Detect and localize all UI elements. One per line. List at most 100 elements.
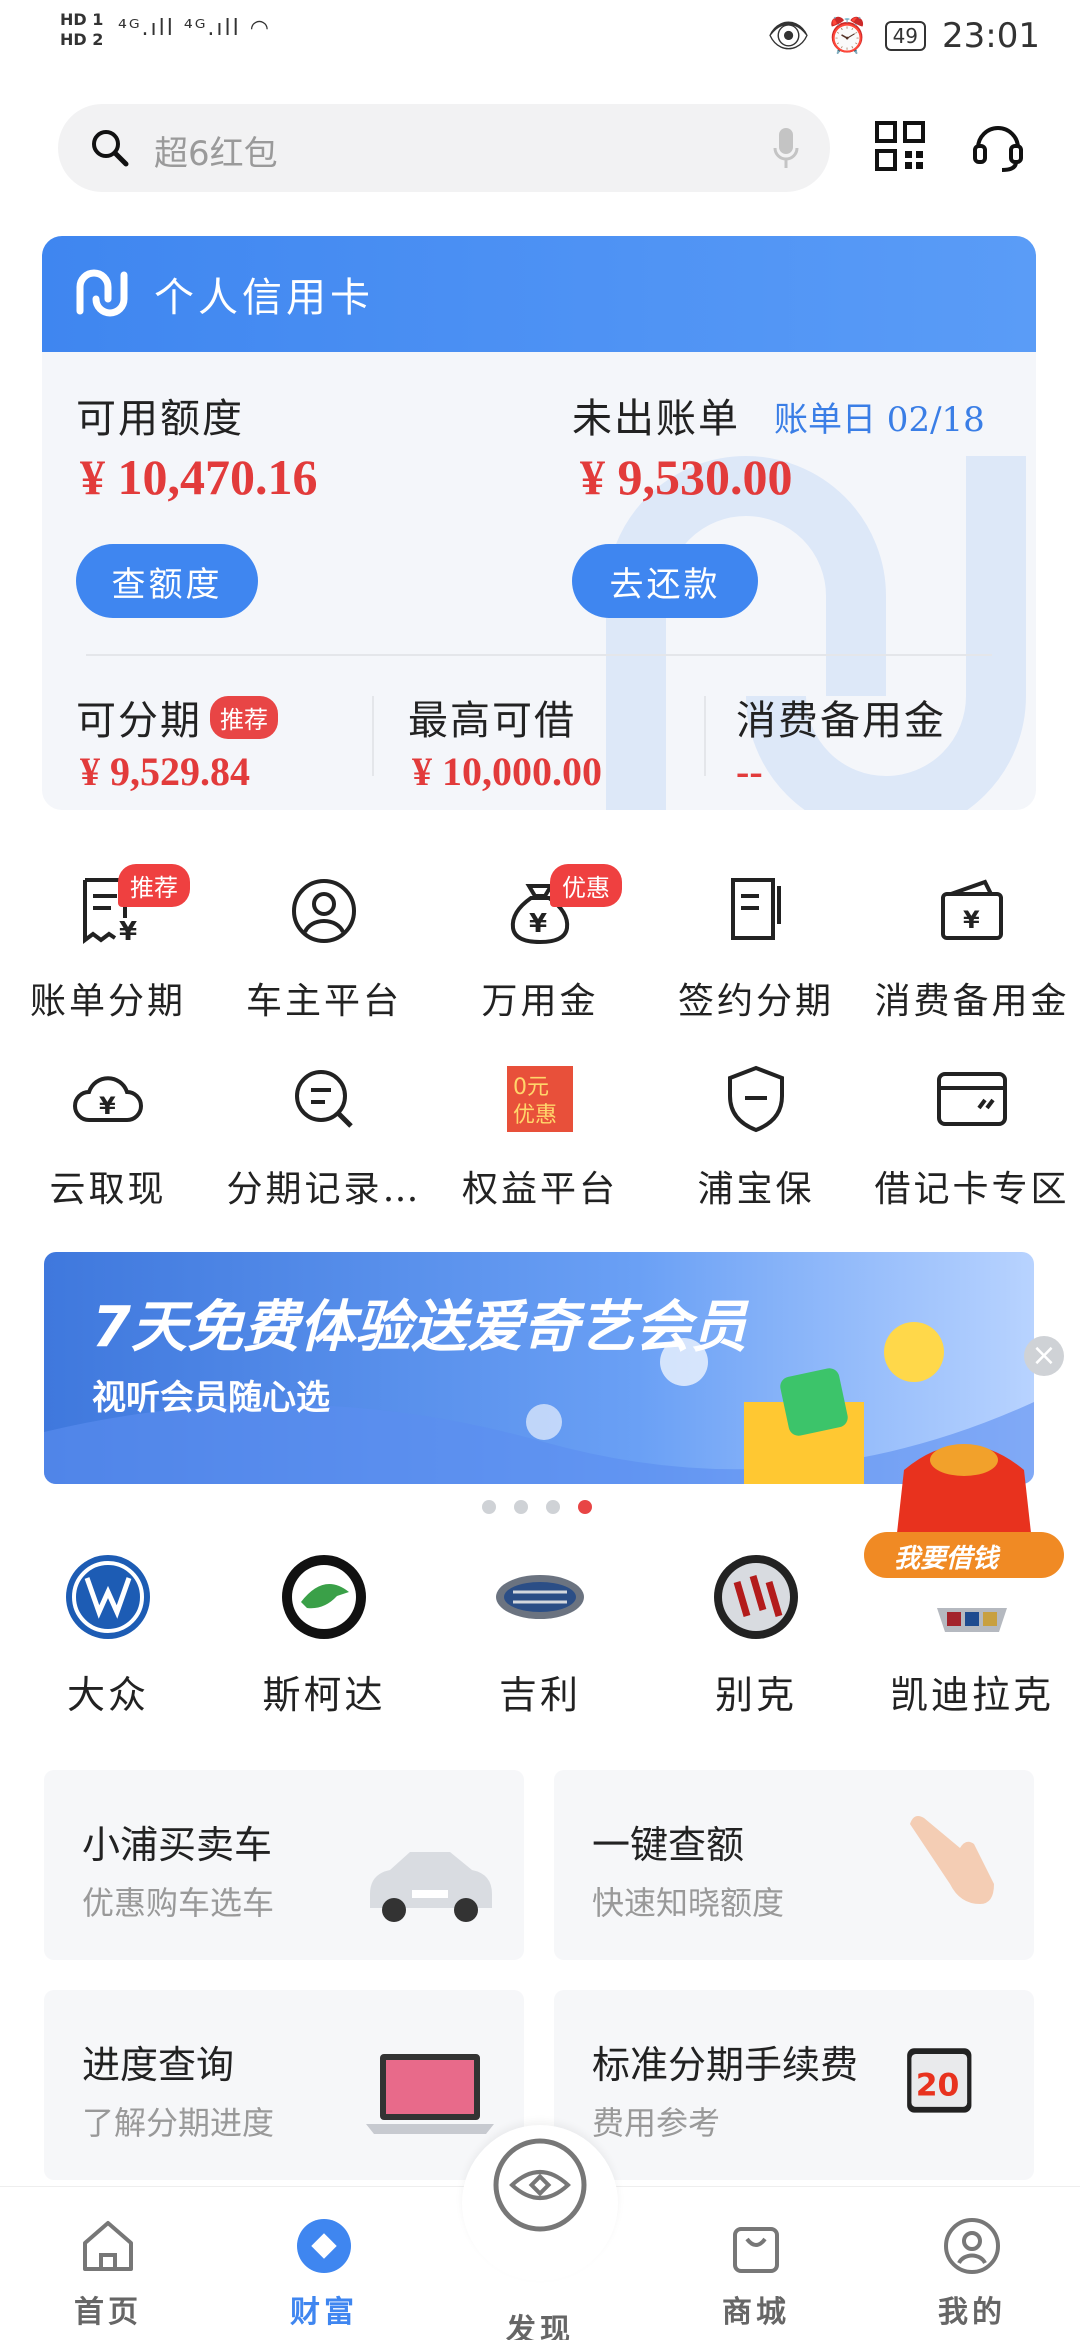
banner-subtitle: 视听会员随心选 (92, 1378, 330, 1418)
status-bar: HD 1 HD 2 ⁴ᴳ.ıll ⁴ᴳ.ıll ◠ 👁 ⏰ 49 23:01 (0, 0, 1080, 80)
card-title: 个人信用卡 (154, 275, 374, 321)
grid-bill-installment[interactable]: ¥ 推荐 账单分期 (0, 864, 216, 1024)
grid-label: 浦宝保 (697, 1169, 815, 1210)
buick-logo-icon (714, 1555, 798, 1639)
feature-subtitle: 费用参考 (592, 2104, 721, 2142)
bill-date: 账单日 02/18 (774, 400, 985, 440)
installment-label[interactable]: 可分期 (76, 688, 202, 746)
brand-label: 凯迪拉克 (889, 1673, 1054, 1717)
nav-discover[interactable]: 发现 (432, 2138, 648, 2340)
volkswagen-logo-icon (66, 1555, 150, 1639)
brand-geely[interactable]: 吉利 (432, 1552, 648, 1719)
max-borrow-label[interactable]: 最高可借 (408, 688, 576, 746)
sim-indicators: HD 1 HD 2 (60, 10, 103, 50)
reserve-label[interactable]: 消费备用金 (736, 688, 946, 746)
feature-car-trade[interactable]: 小浦买卖车 优惠购车选车 (44, 1770, 524, 1960)
home-icon (83, 2221, 133, 2271)
recommend-badge: 推荐 (118, 864, 190, 907)
clock-time: 23:01 (942, 16, 1040, 56)
grid-label: 分期记录… (226, 1169, 422, 1210)
grid-debit-card[interactable]: 借记卡专区 (864, 1060, 1080, 1212)
profile-icon (944, 2218, 1000, 2274)
customer-service-icon[interactable] (972, 118, 1024, 174)
status-right: 👁 ⏰ 49 23:01 (767, 16, 1040, 56)
discount-badge: 优惠 (550, 864, 622, 907)
grid-benefits-platform[interactable]: 0元 优惠 权益平台 (432, 1060, 648, 1212)
user-circle-icon (292, 879, 356, 943)
records-search-icon (295, 1070, 353, 1128)
nav-home[interactable]: 首页 (0, 2187, 216, 2340)
nav-label: 首页 (74, 2295, 142, 2330)
brand-label: 吉利 (498, 1673, 581, 1717)
nav-label: 财富 (290, 2295, 358, 2330)
cadillac-logo-icon (937, 1608, 1007, 1632)
search-bar[interactable]: 超6红包 (58, 104, 830, 192)
brand-label: 斯柯达 (262, 1673, 386, 1717)
credit-card-panel[interactable]: 个人信用卡 可用额度 ¥ 10,470.16 查额度 未出账单 账单日 02/1… (42, 236, 1036, 810)
grid-sign-installment[interactable]: 签约分期 (648, 872, 864, 1024)
reserve-amount[interactable]: -- (736, 748, 763, 795)
feature-subtitle: 优惠购车选车 (82, 1884, 275, 1922)
svg-text:¥: ¥ (529, 909, 547, 939)
carousel-dot (514, 1500, 528, 1514)
card-vdivider (704, 696, 706, 776)
grid-universal-cash[interactable]: ¥ 优惠 万用金 (432, 864, 648, 1024)
grid-installment-records[interactable]: 分期记录… (216, 1060, 432, 1212)
coupon-text-2: 优惠 (513, 1103, 557, 1128)
grid-label: 车主平台 (245, 981, 402, 1022)
shield-icon (728, 1065, 784, 1133)
brand-buick[interactable]: 别克 (648, 1552, 864, 1719)
brand-volkswagen[interactable]: 大众 (0, 1552, 216, 1719)
grid-label: 权益平台 (461, 1169, 618, 1210)
qr-scan-icon[interactable] (874, 120, 926, 172)
recommend-badge: 推荐 (210, 696, 278, 739)
battery-icon: 49 (884, 21, 927, 51)
geely-logo-icon (496, 1575, 584, 1619)
max-borrow-amount[interactable]: ¥ 10,000.00 (412, 748, 602, 795)
feature-progress-query[interactable]: 进度查询 了解分期进度 (44, 1990, 524, 2180)
available-amount: ¥ 10,470.16 (80, 449, 318, 505)
nav-mall[interactable]: 商城 (648, 2187, 864, 2340)
check-limit-button[interactable]: 查额度 (76, 544, 258, 618)
cloud-cash-icon: ¥ (73, 1076, 143, 1122)
grid-label: 消费备用金 (874, 981, 1070, 1022)
installment-amount[interactable]: ¥ 9,529.84 (80, 748, 250, 795)
feature-title: 小浦买卖车 (82, 1823, 273, 1867)
contract-icon (731, 878, 781, 940)
search-icon (92, 130, 129, 167)
carousel-dot (546, 1500, 560, 1514)
close-icon[interactable]: × (1024, 1336, 1064, 1376)
feature-subtitle: 了解分期进度 (82, 2104, 275, 2142)
grid-label: 万用金 (481, 981, 599, 1022)
grid-label: 账单分期 (29, 981, 186, 1022)
grid-label: 云取现 (49, 1169, 167, 1210)
nav-label: 商城 (722, 2295, 790, 2330)
skoda-logo-icon (282, 1555, 366, 1639)
feature-installment-fee[interactable]: 标准分期手续费 费用参考 20 (554, 1990, 1034, 2180)
bottom-navigation: 首页 财富 发现 商城 我的 (0, 2125, 1080, 2340)
nav-wealth[interactable]: 财富 (216, 2187, 432, 2340)
available-label: 可用额度 (76, 396, 244, 442)
nav-label: 发现 (506, 2313, 574, 2340)
discover-icon (493, 2138, 587, 2232)
card-divider (86, 654, 992, 656)
nav-mine[interactable]: 我的 (864, 2187, 1080, 2340)
feature-subtitle: 快速知晓额度 (592, 1884, 785, 1922)
hd2-indicator: HD 2 (60, 30, 104, 49)
wealth-icon (297, 2219, 351, 2273)
repay-button[interactable]: 去还款 (572, 544, 758, 618)
grid-car-owner[interactable]: 车主平台 (216, 872, 432, 1024)
grid-cloud-cash[interactable]: ¥ 云取现 (0, 1060, 216, 1212)
feature-quick-limit[interactable]: 一键查额 快速知晓额度 (554, 1770, 1034, 1960)
bank-logo-icon (76, 269, 128, 317)
signal-text: ⁴ᴳ.ıll ⁴ᴳ.ıll (118, 16, 241, 41)
brand-skoda[interactable]: 斯柯达 (216, 1552, 432, 1719)
card-header: 个人信用卡 (42, 236, 1036, 352)
nav-label: 我的 (938, 2295, 1006, 2330)
search-placeholder: 超6红包 (154, 134, 278, 174)
grid-pubaobao[interactable]: 浦宝保 (648, 1060, 864, 1212)
grid-consumer-reserve[interactable]: ¥ 消费备用金 (864, 872, 1080, 1024)
brand-cadillac[interactable]: 凯迪拉克 (864, 1552, 1080, 1719)
pointing-hand-icon (910, 1816, 994, 1904)
microphone-icon[interactable] (772, 126, 800, 170)
